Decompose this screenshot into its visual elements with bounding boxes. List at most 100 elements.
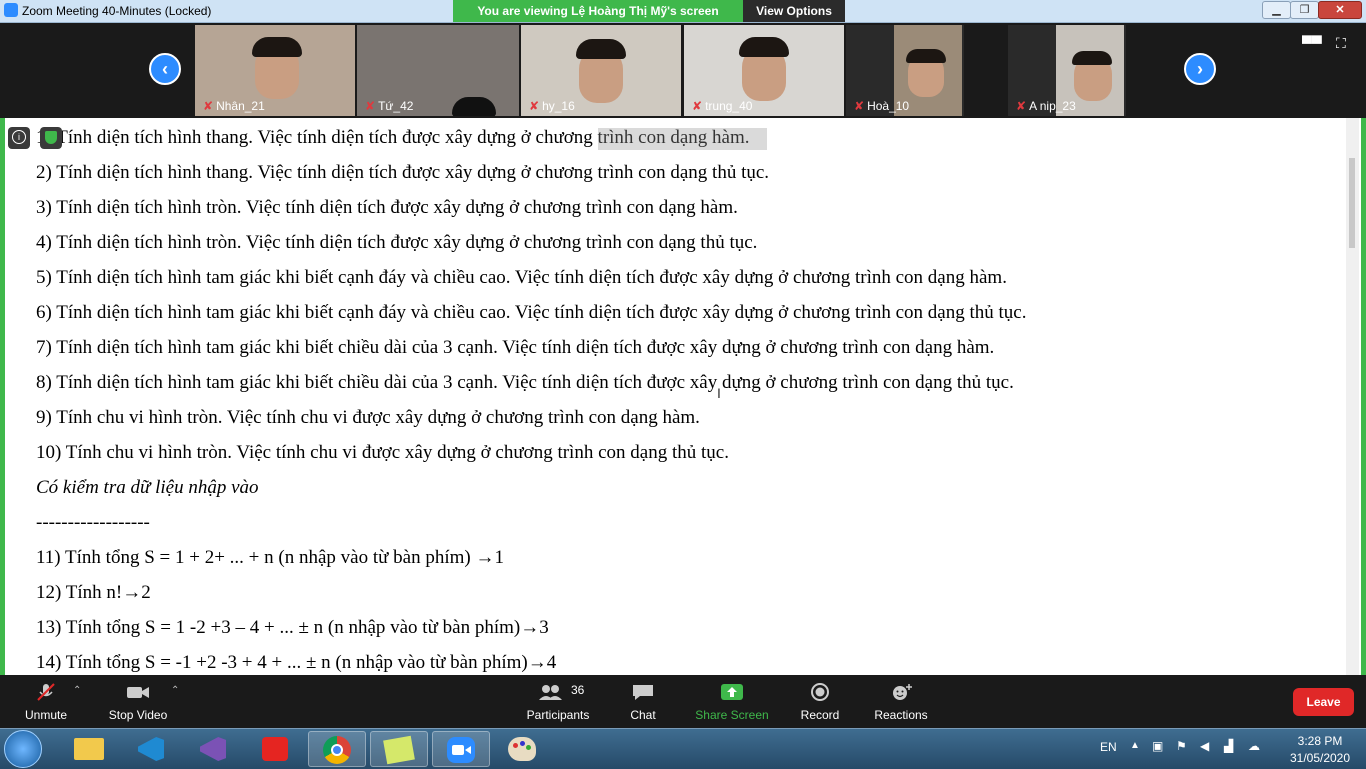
reactions-label: Reactions: [874, 708, 928, 722]
language-indicator[interactable]: EN: [1100, 740, 1117, 754]
document-line: 11) Tính tổng S = 1 + 2+ ... + n (n nhập…: [36, 547, 504, 568]
participant-hair: [739, 37, 789, 57]
document-line: 13) Tính tổng S = 1 -2 +3 – 4 + ... ± n …: [36, 617, 549, 638]
video-camera-icon: [127, 687, 149, 698]
system-tray: EN ▲ ▣ ⚑ ◀ ▟ ☁ 3:28 PM 31/05/2020: [1090, 729, 1366, 769]
mic-muted-icon: [37, 683, 55, 701]
participant-video-strip: ‹ ✘ Nhân_21 ✘ Tứ_42 ✘ hy_16 ✘ trung_40 ✘ Hoà_…: [0, 23, 1366, 118]
vscode-icon: [138, 737, 164, 761]
window-title: Zoom Meeting 40-Minutes (Locked): [22, 4, 212, 18]
view-options-button[interactable]: View Options ⌄: [743, 0, 845, 40]
clock-time[interactable]: 3:28 PM: [1280, 734, 1360, 748]
windows-taskbar: EN ▲ ▣ ⚑ ◀ ▟ ☁ 3:28 PM 31/05/2020: [0, 728, 1366, 769]
chat-button[interactable]: Chat: [616, 675, 670, 728]
next-page-button[interactable]: ›: [1184, 53, 1216, 85]
paint-button[interactable]: [494, 731, 552, 767]
maximize-icon: ❐: [1299, 4, 1310, 16]
meeting-info-button[interactable]: i: [8, 127, 30, 149]
document-scrollbar[interactable]: [1346, 118, 1359, 675]
participants-count: 36: [571, 683, 585, 697]
participant-name: ✘ trung_40: [692, 99, 753, 113]
video-options-caret[interactable]: ⌃: [171, 685, 179, 696]
flag-icon[interactable]: ⚑: [1176, 739, 1187, 753]
fullscreen-icon[interactable]: ⛶: [1336, 35, 1346, 52]
video-tile[interactable]: ✘ trung_40: [684, 25, 844, 116]
close-icon: ✕: [1335, 4, 1345, 16]
window-title-bar: Zoom Meeting 40-Minutes (Locked) You are…: [0, 0, 1366, 40]
start-button[interactable]: [4, 730, 42, 768]
mic-muted-icon: ✘: [692, 99, 703, 113]
document-line: 2) Tính diện tích hình thang. Việc tính …: [36, 162, 770, 183]
file-explorer-icon: [74, 738, 104, 760]
file-explorer-button[interactable]: [60, 731, 118, 767]
chat-label: Chat: [630, 708, 656, 722]
participant-hair: [1072, 51, 1112, 65]
action-center-icon[interactable]: ▣: [1152, 739, 1163, 753]
share-screen-button[interactable]: Share Screen: [693, 675, 771, 728]
record-label: Record: [800, 708, 840, 722]
leave-button[interactable]: Leave: [1293, 688, 1354, 716]
video-tile[interactable]: ✘ hy_16: [521, 25, 681, 116]
visual-studio-button[interactable]: [184, 731, 242, 767]
reactions-icon: [893, 684, 912, 700]
participant-hair: [906, 49, 946, 63]
paint-icon: [508, 737, 536, 761]
minimize-button[interactable]: ▁: [1262, 1, 1291, 19]
close-button[interactable]: ✕: [1318, 1, 1362, 19]
vscode-button[interactable]: [122, 731, 180, 767]
participants-icon: [539, 685, 562, 700]
participants-label: Participants: [526, 708, 590, 722]
video-tile[interactable]: ✘ Hoà_10: [846, 25, 964, 116]
zoom-icon: [447, 737, 475, 763]
participant-hair: [252, 37, 302, 57]
participant-name: ✘ Hoà_10: [854, 99, 910, 113]
participants-button[interactable]: 36 Participants: [523, 675, 593, 728]
show-hidden-icons-icon[interactable]: ▲: [1130, 740, 1140, 751]
participant-name: ✘ A nip_23: [1016, 99, 1076, 113]
participant-hair: [576, 39, 626, 59]
zoom-button[interactable]: [432, 731, 490, 767]
scrollbar-thumb[interactable]: [1349, 158, 1355, 248]
maximize-button[interactable]: ❐: [1290, 1, 1319, 19]
gallery-view-icon[interactable]: ▀▀: [1302, 35, 1322, 51]
volume-icon[interactable]: ◀: [1200, 739, 1209, 753]
network-icon[interactable]: ▟: [1224, 739, 1233, 753]
security-button[interactable]: [40, 127, 62, 149]
audio-options-caret[interactable]: ⌃: [73, 685, 81, 696]
mic-muted-icon: ✘: [1016, 99, 1027, 113]
document-line: 5) Tính diện tích hình tam giác khi biết…: [36, 267, 1007, 288]
chevron-left-icon: ‹: [162, 59, 168, 79]
text-cursor-icon: I: [717, 385, 721, 401]
meeting-toolbar: Unmute ⌃ Stop Video ⌃ 36 Participants Ch…: [0, 675, 1366, 728]
video-tile[interactable]: ✘ Nhân_21: [195, 25, 355, 116]
info-icon: i: [12, 130, 26, 144]
minimize-icon: ▁: [1272, 4, 1281, 16]
document-line: 6) Tính diện tích hình tam giác khi biết…: [36, 302, 1027, 323]
stop-video-button[interactable]: Stop Video: [103, 675, 173, 728]
record-icon: [811, 683, 829, 701]
reactions-button[interactable]: Reactions: [870, 675, 932, 728]
video-tile[interactable]: ✘ Tứ_42: [357, 25, 519, 116]
garena-button[interactable]: [246, 731, 304, 767]
chevron-right-icon: ›: [1197, 59, 1203, 79]
sticky-notes-button[interactable]: [370, 731, 428, 767]
document-line: 12) Tính n!→2: [36, 582, 151, 603]
record-button[interactable]: Record: [793, 675, 847, 728]
video-tile[interactable]: ✘ A nip_23: [1008, 25, 1126, 116]
share-border-left: [0, 118, 5, 675]
onedrive-icon[interactable]: ☁: [1248, 739, 1260, 753]
garena-icon: [262, 737, 288, 761]
shared-screen: 1) Tính diện tích hình thang. Việc tính …: [0, 118, 1366, 675]
document-line: 10) Tính chu vi hình tròn. Việc tính chu…: [36, 442, 729, 463]
clock-date[interactable]: 31/05/2020: [1280, 751, 1360, 765]
unmute-button[interactable]: Unmute: [15, 675, 77, 728]
zoom-app-icon: [4, 3, 18, 17]
chrome-button[interactable]: [308, 731, 366, 767]
sticky-notes-icon: [383, 735, 415, 765]
mic-muted-icon: ✘: [203, 99, 214, 113]
shield-icon: [45, 131, 57, 144]
document-line: Có kiểm tra dữ liệu nhập vào: [36, 477, 259, 498]
participant-hair: [452, 97, 496, 116]
participant-name: ✘ hy_16: [529, 99, 575, 113]
prev-page-button[interactable]: ‹: [149, 53, 181, 85]
